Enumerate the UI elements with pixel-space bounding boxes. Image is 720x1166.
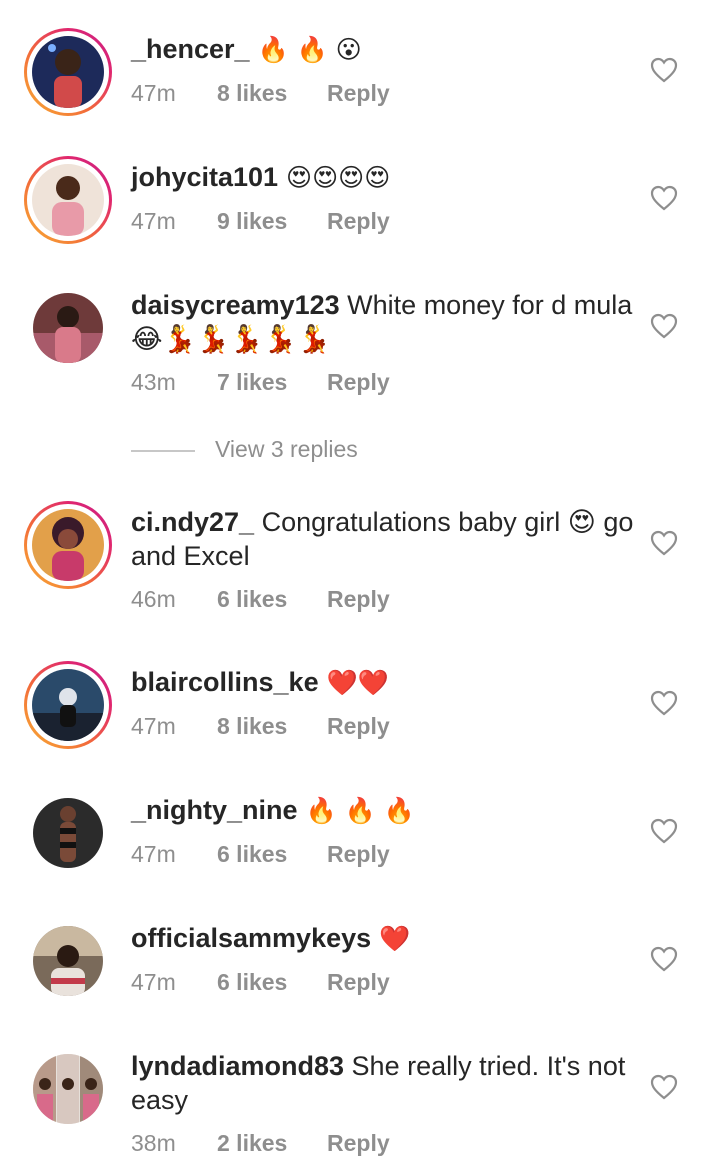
view-replies-label[interactable]: View 3 replies — [215, 436, 358, 463]
reply-button[interactable]: Reply — [327, 713, 390, 740]
comment-body: 🔥 🔥 😮 — [249, 35, 362, 64]
reply-button[interactable]: Reply — [327, 80, 390, 107]
likes-count[interactable]: 6 likes — [217, 969, 287, 996]
comment-time: 47m — [131, 841, 176, 867]
comment-username[interactable]: officialsammykeys — [131, 923, 371, 953]
comment-username[interactable]: lyndadiamond83 — [131, 1051, 344, 1081]
story-ring[interactable] — [24, 156, 112, 244]
comment-text: officialsammykeys ❤️ — [131, 921, 636, 956]
likes-count[interactable]: 7 likes — [217, 369, 287, 396]
avatar-container[interactable] — [24, 789, 112, 877]
reply-button[interactable]: Reply — [327, 841, 390, 868]
likes-count[interactable]: 6 likes — [217, 586, 287, 613]
comment-text: _nighty_nine 🔥 🔥 🔥 — [131, 793, 636, 828]
story-ring[interactable] — [24, 501, 112, 589]
comment-text: lyndadiamond83 She really tried. It's no… — [131, 1049, 636, 1117]
avatar[interactable] — [33, 293, 103, 363]
heart-outline-icon[interactable] — [650, 946, 678, 972]
reply-button[interactable]: Reply — [327, 208, 390, 235]
avatar[interactable] — [32, 36, 104, 108]
likes-count[interactable]: 2 likes — [217, 1130, 287, 1157]
comment-time: 47m — [131, 713, 176, 739]
divider — [131, 450, 195, 452]
comment-username[interactable]: daisycreamy123 — [131, 290, 340, 320]
comment-text: _hencer_ 🔥 🔥 😮 — [131, 32, 636, 67]
avatar-container[interactable] — [24, 917, 112, 1005]
avatar-container[interactable] — [24, 1045, 112, 1133]
comment-body: ❤️ — [371, 924, 411, 953]
story-ring[interactable] — [24, 661, 112, 749]
reply-button[interactable]: Reply — [327, 1130, 390, 1157]
comment-username[interactable]: johycita101 — [131, 162, 278, 192]
likes-count[interactable]: 8 likes — [217, 80, 287, 107]
comment-username[interactable]: blaircollins_ke — [131, 667, 319, 697]
comment-username[interactable]: ci.ndy27_ — [131, 507, 254, 537]
heart-outline-icon[interactable] — [650, 690, 678, 716]
avatar[interactable] — [32, 164, 104, 236]
likes-count[interactable]: 6 likes — [217, 841, 287, 868]
comment-body: ❤️❤️ — [318, 668, 389, 697]
comment-body: 😍😍😍😍 — [278, 163, 391, 192]
reply-button[interactable]: Reply — [327, 369, 390, 396]
avatar[interactable] — [33, 798, 103, 868]
view-replies-button[interactable]: View 3 replies — [131, 436, 531, 466]
likes-count[interactable]: 9 likes — [217, 208, 287, 235]
comment-time: 47m — [131, 80, 176, 106]
heart-outline-icon[interactable] — [650, 185, 678, 211]
heart-outline-icon[interactable] — [650, 818, 678, 844]
heart-outline-icon[interactable] — [650, 57, 678, 83]
avatar-container[interactable] — [24, 284, 112, 372]
comment-text: blaircollins_ke ❤️❤️ — [131, 665, 636, 700]
comment-username[interactable]: _hencer_ — [131, 34, 250, 64]
heart-outline-icon[interactable] — [650, 530, 678, 556]
comment-body: 🔥 🔥 🔥 — [297, 796, 415, 825]
reply-button[interactable]: Reply — [327, 586, 390, 613]
comment-time: 43m — [131, 369, 176, 395]
avatar[interactable] — [32, 669, 104, 741]
heart-outline-icon[interactable] — [650, 1074, 678, 1100]
comment-text: daisycreamy123 White money for d mula😂💃💃… — [131, 288, 636, 356]
avatar[interactable] — [33, 1054, 103, 1124]
avatar[interactable] — [32, 509, 104, 581]
comment-time: 38m — [131, 1130, 176, 1156]
comment-username[interactable]: _nighty_nine — [131, 795, 298, 825]
likes-count[interactable]: 8 likes — [217, 713, 287, 740]
comment-text: ci.ndy27_ Congratulations baby girl 😍 go… — [131, 505, 636, 573]
heart-outline-icon[interactable] — [650, 313, 678, 339]
story-ring[interactable] — [24, 28, 112, 116]
comment-time: 46m — [131, 586, 176, 612]
avatar[interactable] — [33, 926, 103, 996]
comment-time: 47m — [131, 969, 176, 995]
comment-text: johycita101 😍😍😍😍 — [131, 160, 636, 195]
comment-time: 47m — [131, 208, 176, 234]
reply-button[interactable]: Reply — [327, 969, 390, 996]
